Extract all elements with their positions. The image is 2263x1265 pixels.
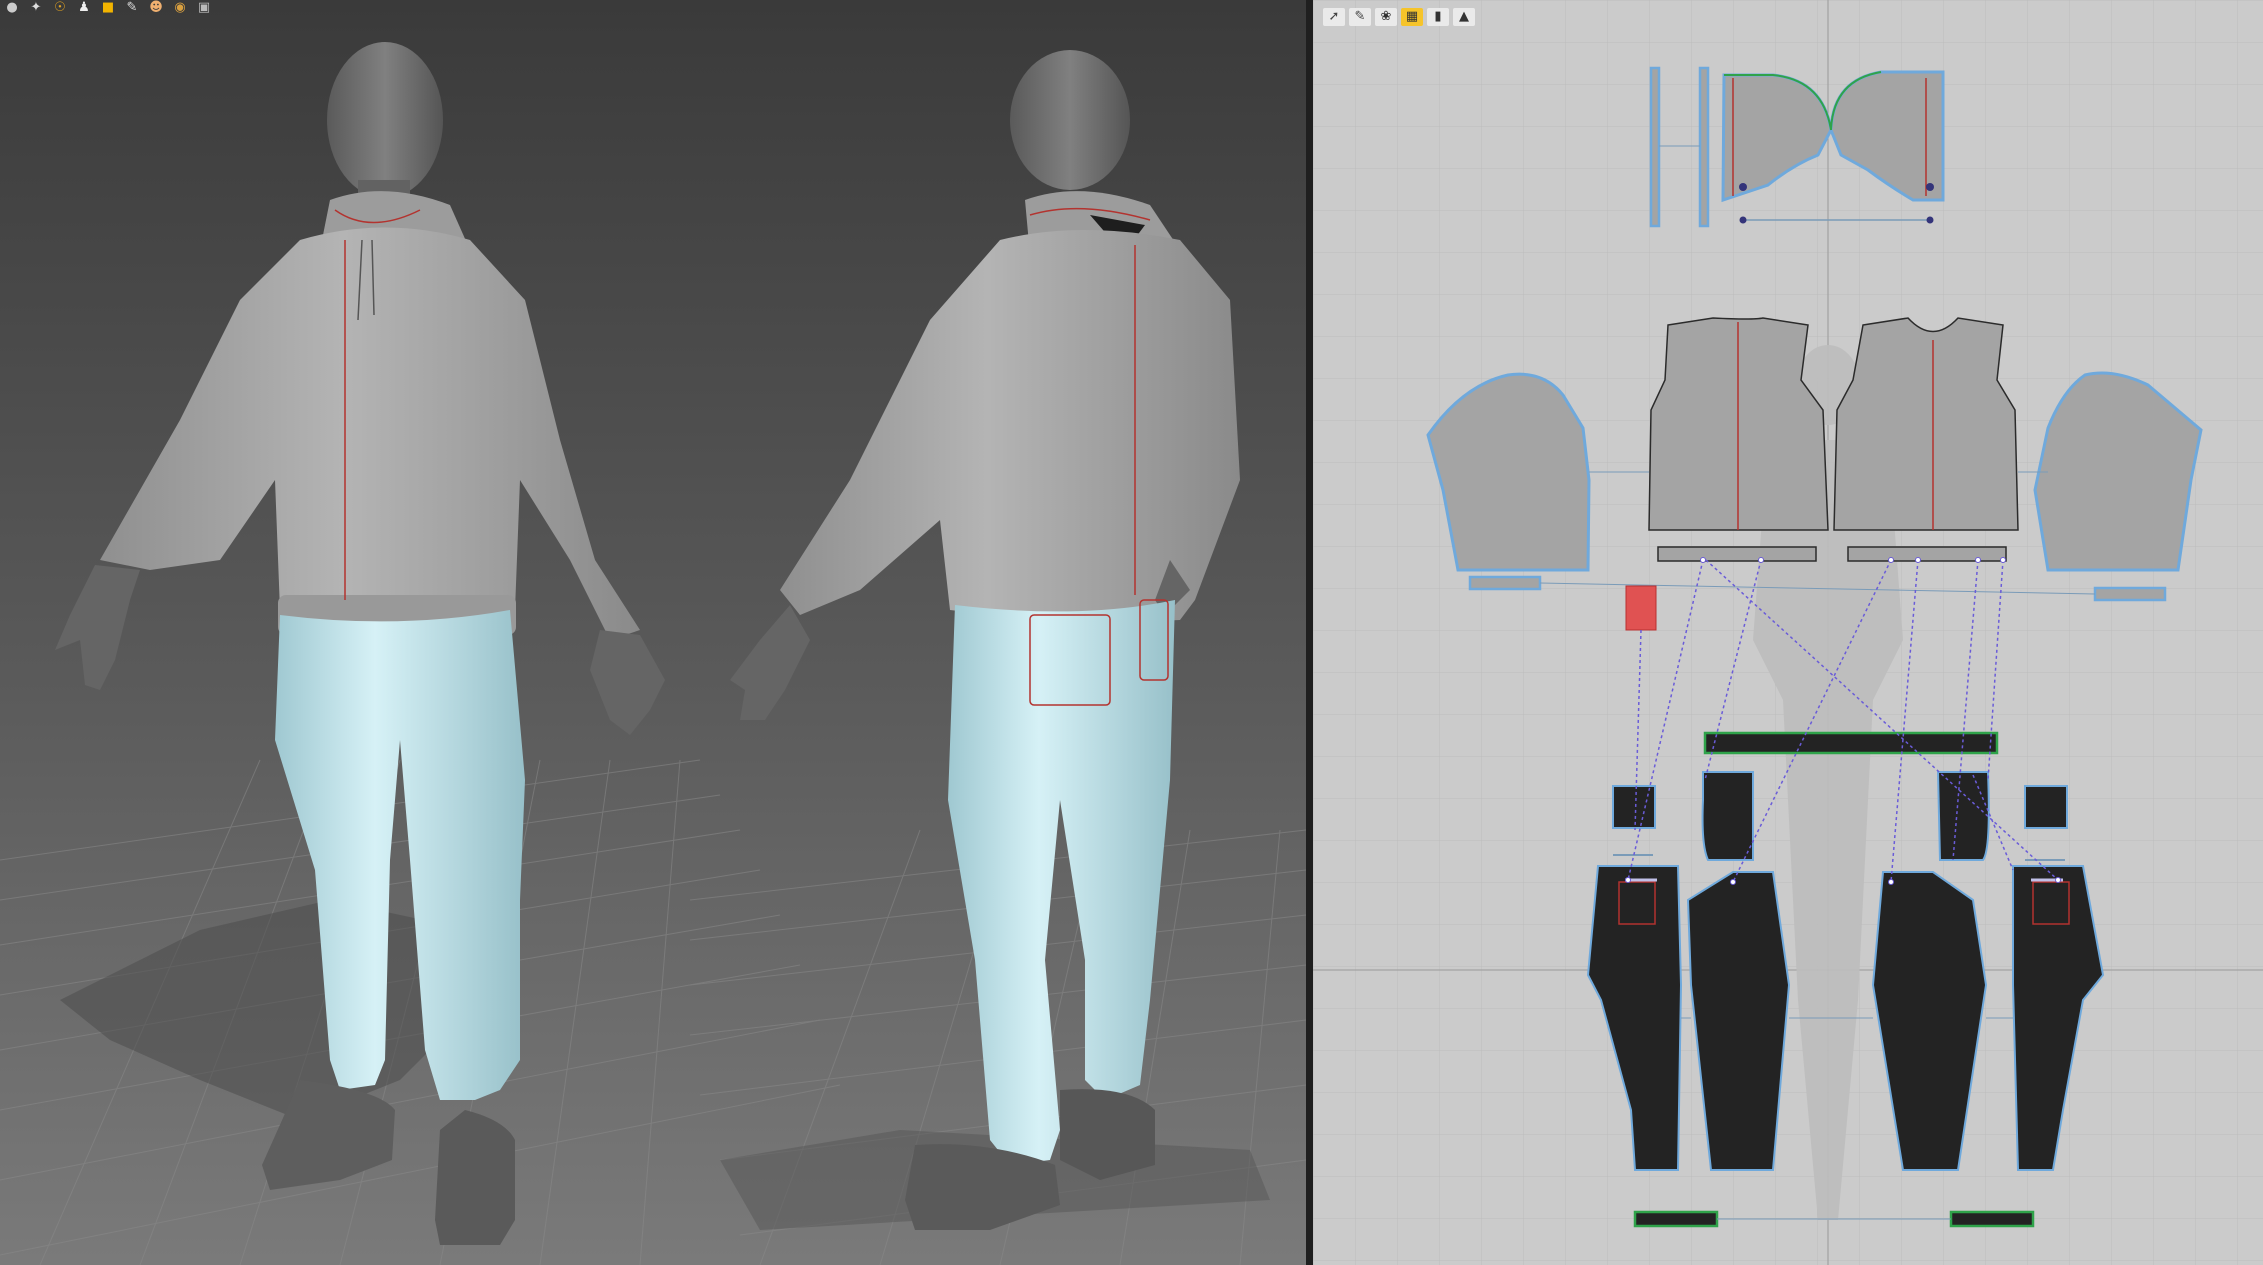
back-hem-band [1847,546,2007,562]
2d-pattern-window[interactable]: ➚ ✎ ❀ ▦ ▮ ▲ [1313,0,2263,1265]
move-icon[interactable]: ✦ [26,0,46,16]
export-icon[interactable]: ▲ [1453,8,1475,26]
texture-icon[interactable]: ◉ [170,0,190,16]
back-body-piece [1833,317,2019,531]
avatar-icon[interactable]: ♟ [74,0,94,16]
edit-pattern-icon[interactable]: ✎ [1349,8,1371,26]
export-icon[interactable]: ▣ [194,0,214,16]
left-ankle-cuff-piece [1633,1210,1719,1228]
simulate-icon[interactable]: ☉ [50,0,70,16]
2d-pattern-canvas[interactable] [1313,0,2263,1265]
transform-pattern-icon[interactable]: ➚ [1323,8,1345,26]
select-mesh-icon[interactable]: ● [2,0,22,16]
front-hem-band [1657,546,1817,562]
selected-pocket-piece [1625,585,1657,631]
3d-viewport[interactable]: ● ✦ ☉ ♟ ■ ✎ ☻ ◉ ▣ [0,0,1306,1265]
trace-icon[interactable]: ▮ [1427,8,1449,26]
right-ankle-cuff-piece [1949,1210,2035,1228]
avatar-display-icon[interactable]: ☻ [146,0,166,16]
2d-toolbar: ➚ ✎ ❀ ▦ ▮ ▲ [1323,8,1475,26]
3d-toolbar: ● ✦ ☉ ♟ ■ ✎ ☻ ◉ ▣ [2,0,214,16]
3d-scene[interactable] [0,0,1306,1265]
right-cuff-piece [2093,586,2167,602]
waistband-piece [1703,731,1999,755]
fold-icon[interactable]: ■ [98,0,118,16]
left-cuff-piece [1468,575,1542,591]
panel-divider[interactable] [1306,0,1313,1265]
internal-line-icon[interactable]: ▦ [1401,8,1423,26]
pin-icon[interactable]: ✎ [122,0,142,16]
segment-icon[interactable]: ❀ [1375,8,1397,26]
